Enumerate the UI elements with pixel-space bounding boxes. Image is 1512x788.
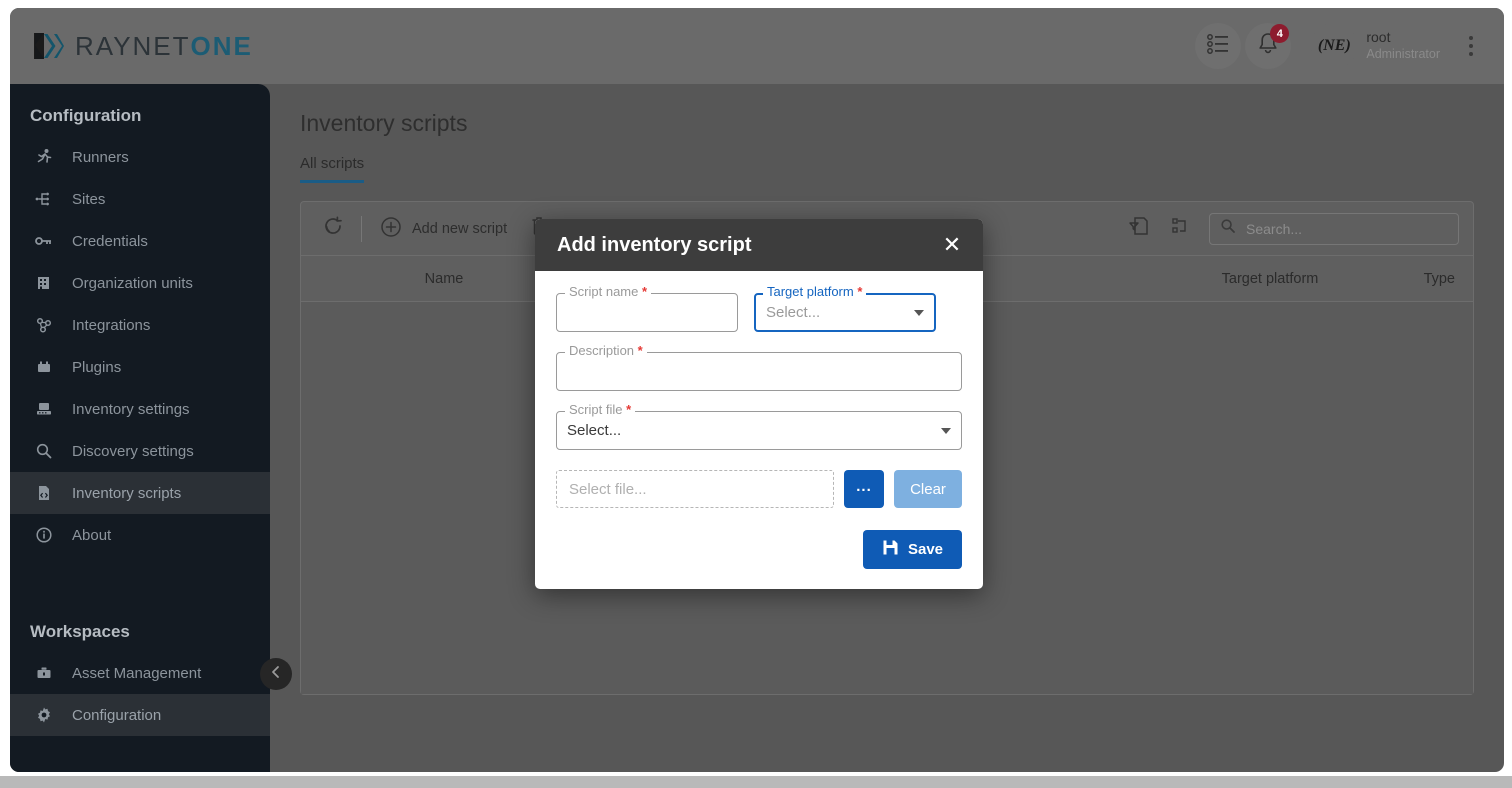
form-row-3: Script file * Select... bbox=[556, 402, 962, 450]
script-file-label-text: Script file bbox=[569, 402, 623, 417]
save-button-label: Save bbox=[907, 541, 944, 558]
chevron-down-icon bbox=[941, 427, 951, 434]
window-bottom-strip bbox=[0, 774, 1512, 788]
description-label: Description * bbox=[565, 343, 647, 358]
target-platform-label-text: Target platform bbox=[767, 284, 854, 299]
target-platform-value: Select... bbox=[766, 304, 821, 321]
script-name-label-text: Script name bbox=[569, 284, 639, 299]
script-name-label: Script name * bbox=[565, 284, 652, 299]
add-inventory-script-dialog: Add inventory script ✕ Script name * Tar… bbox=[535, 219, 983, 589]
file-path-placeholder: Select file... bbox=[569, 480, 647, 498]
app-frame: RAYNETONE 4 (NE) root Administrator Conf… bbox=[10, 8, 1504, 772]
script-name-field: Script name * bbox=[556, 284, 738, 332]
required-marker: * bbox=[857, 284, 863, 299]
file-picker-row: Select file... ... Clear bbox=[556, 470, 962, 508]
description-field: Description * bbox=[556, 343, 962, 391]
dialog-body: Script name * Target platform * Select..… bbox=[535, 271, 983, 589]
file-path-input[interactable]: Select file... bbox=[556, 470, 834, 508]
script-file-value: Select... bbox=[567, 422, 622, 439]
script-file-label: Script file * bbox=[565, 402, 636, 417]
target-platform-field: Target platform * Select... bbox=[754, 284, 936, 332]
dialog-title: Add inventory script bbox=[557, 233, 752, 256]
screen: RAYNETONE 4 (NE) root Administrator Conf… bbox=[0, 0, 1512, 788]
required-marker: * bbox=[642, 284, 648, 299]
form-row-1: Script name * Target platform * Select..… bbox=[556, 284, 962, 332]
browse-file-button[interactable]: ... bbox=[844, 470, 884, 508]
clear-file-button[interactable]: Clear bbox=[894, 470, 962, 508]
description-label-text: Description bbox=[569, 343, 635, 358]
target-platform-label: Target platform * bbox=[763, 284, 867, 299]
form-row-2: Description * bbox=[556, 343, 962, 391]
save-disk-icon bbox=[882, 539, 899, 560]
required-marker: * bbox=[626, 402, 632, 417]
close-icon[interactable]: ✕ bbox=[937, 230, 967, 260]
save-button[interactable]: Save bbox=[863, 530, 962, 569]
dialog-actions: Save bbox=[556, 530, 962, 569]
chevron-down-icon bbox=[914, 309, 924, 316]
required-marker: * bbox=[637, 343, 643, 358]
script-file-field: Script file * Select... bbox=[556, 402, 962, 450]
dialog-header: Add inventory script ✕ bbox=[535, 219, 983, 271]
